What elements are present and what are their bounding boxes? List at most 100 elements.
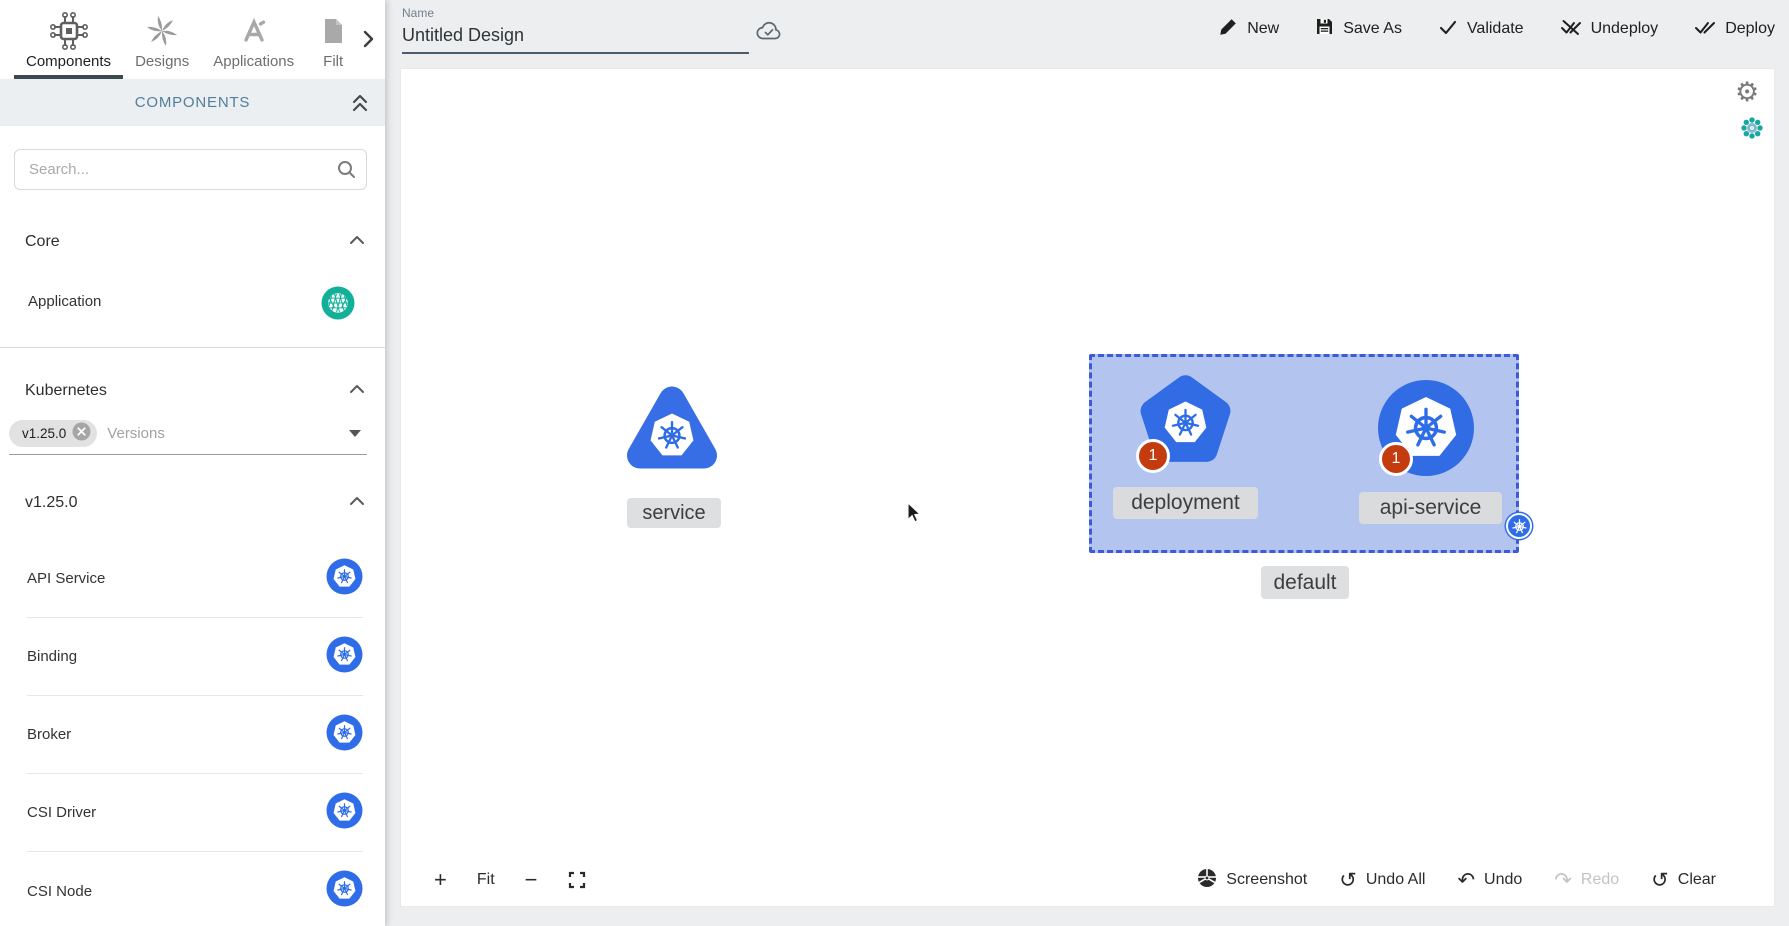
clear-icon: ↺ <box>1651 870 1669 891</box>
kubernetes-icon <box>326 792 363 834</box>
undo-all-button[interactable]: ↺ Undo All <box>1339 870 1425 891</box>
kubernetes-context-icon[interactable] <box>1741 117 1763 144</box>
screenshot-button[interactable]: Screenshot <box>1197 868 1307 893</box>
kubernetes-icon <box>326 870 363 912</box>
component-item-label: CSI Driver <box>27 804 96 821</box>
validate-button[interactable]: Validate <box>1438 18 1524 41</box>
status-badge: 1 <box>1379 442 1413 476</box>
clear-button-label: Clear <box>1678 871 1716 889</box>
chevron-up-icon <box>349 233 365 251</box>
aperture-icon <box>1197 868 1217 893</box>
save-as-button[interactable]: Save As <box>1315 17 1402 41</box>
design-canvas[interactable]: ⚙ service <box>400 68 1775 907</box>
tab-filters-label: Filt <box>323 53 343 79</box>
components-sidebar: Components Designs <box>0 0 385 926</box>
section-core-title: Core <box>25 233 60 251</box>
node-service[interactable] <box>620 383 724 487</box>
deploy-button-label: Deploy <box>1725 20 1775 38</box>
floppy-icon <box>1315 17 1334 41</box>
validate-button-label: Validate <box>1467 20 1524 38</box>
section-header-kubernetes[interactable]: Kubernetes <box>25 376 365 406</box>
double-check-slash-icon <box>1560 18 1582 41</box>
redo-button: ↷ Redo <box>1554 870 1619 891</box>
gear-icon[interactable]: ⚙ <box>1735 77 1759 108</box>
sidebar-tab-bar: Components Designs <box>0 0 385 79</box>
component-item-label: Binding <box>27 648 77 665</box>
version-chip-label: v1.25.0 <box>22 426 66 441</box>
section-kubernetes-title: Kubernetes <box>25 382 107 400</box>
tab-applications-label: Applications <box>213 53 294 79</box>
undeploy-button[interactable]: Undeploy <box>1560 18 1659 41</box>
meshery-application-icon <box>321 286 355 325</box>
deploy-button[interactable]: Deploy <box>1694 18 1775 41</box>
design-name-input[interactable] <box>402 23 749 54</box>
component-item-label: Application <box>28 293 101 310</box>
new-button[interactable]: New <box>1219 17 1279 41</box>
double-check-icon <box>1694 18 1716 41</box>
versions-select[interactable]: v1.25.0 Versions <box>9 412 367 455</box>
undeploy-button-label: Undeploy <box>1591 20 1659 38</box>
chevron-down-icon[interactable] <box>349 430 361 437</box>
component-item-label: API Service <box>27 570 105 587</box>
versions-placeholder: Versions <box>107 425 165 442</box>
tab-filters[interactable]: Filt <box>306 0 360 79</box>
divider <box>0 347 385 348</box>
tab-applications[interactable]: Applications <box>201 0 306 79</box>
tab-components-label: Components <box>26 53 111 75</box>
file-icon <box>318 9 348 53</box>
search-icon[interactable] <box>336 159 357 185</box>
redo-button-label: Redo <box>1581 871 1619 889</box>
undo-all-button-label: Undo All <box>1366 871 1426 889</box>
canvas-zoom-controls: + Fit − <box>434 862 586 898</box>
components-panel-header: COMPONENTS <box>0 79 385 126</box>
screenshot-button-label: Screenshot <box>1226 871 1307 889</box>
new-button-label: New <box>1247 20 1279 38</box>
pencil-icon <box>1219 17 1238 41</box>
chip-icon <box>48 9 90 53</box>
component-item-api-service[interactable]: API Service <box>27 540 363 618</box>
fit-button[interactable]: Fit <box>477 871 495 889</box>
undo-button[interactable]: ↶ Undo <box>1457 870 1522 891</box>
double-chevron-up-icon[interactable] <box>349 92 371 119</box>
component-item-csi-node[interactable]: CSI Node <box>27 852 363 926</box>
section-version-title: v1.25.0 <box>25 494 77 512</box>
clear-button[interactable]: ↺ Clear <box>1651 870 1716 891</box>
group-connection-handle[interactable] <box>1506 513 1532 539</box>
fullscreen-button[interactable] <box>568 871 586 889</box>
save-as-button-label: Save As <box>1343 20 1402 38</box>
component-item-application[interactable]: Application <box>0 281 385 325</box>
canvas-history-controls: Screenshot ↺ Undo All ↶ Undo ↷ Redo ↺ Cl… <box>1197 862 1716 898</box>
kubernetes-icon <box>326 558 363 600</box>
pinwheel-icon <box>145 9 179 53</box>
node-label-deployment: deployment <box>1113 487 1258 519</box>
zoom-out-button[interactable]: − <box>525 867 538 893</box>
component-item-label: Broker <box>27 726 71 743</box>
component-item-label: CSI Node <box>27 883 92 900</box>
undo-all-icon: ↺ <box>1339 870 1357 891</box>
kubernetes-component-list: API Service Binding Broker CSI Driver CS… <box>0 540 385 926</box>
tab-scroll-right-icon[interactable] <box>357 28 379 50</box>
tab-designs[interactable]: Designs <box>123 0 201 79</box>
component-item-csi-driver[interactable]: CSI Driver <box>27 774 363 852</box>
section-header-core[interactable]: Core <box>25 227 365 257</box>
mouse-cursor <box>904 502 924 529</box>
component-item-broker[interactable]: Broker <box>27 696 363 774</box>
search-input[interactable] <box>14 149 367 190</box>
chevron-up-icon <box>349 494 365 512</box>
undo-icon: ↶ <box>1457 870 1475 891</box>
component-search <box>14 149 367 190</box>
version-chip[interactable]: v1.25.0 <box>9 420 97 447</box>
kubernetes-icon <box>326 714 363 756</box>
undo-button-label: Undo <box>1484 871 1522 889</box>
zoom-in-button[interactable]: + <box>434 867 447 893</box>
design-actions-toolbar: New Save As <box>1219 0 1775 58</box>
component-item-binding[interactable]: Binding <box>27 618 363 696</box>
check-icon <box>1438 18 1458 41</box>
name-field-label: Name <box>402 6 749 20</box>
section-header-version[interactable]: v1.25.0 <box>25 488 365 518</box>
node-label-api-service: api-service <box>1359 492 1502 524</box>
tab-components[interactable]: Components <box>14 0 123 79</box>
panel-title: COMPONENTS <box>135 94 251 111</box>
chip-remove-icon[interactable] <box>72 422 91 444</box>
cloud-check-icon <box>755 20 783 49</box>
